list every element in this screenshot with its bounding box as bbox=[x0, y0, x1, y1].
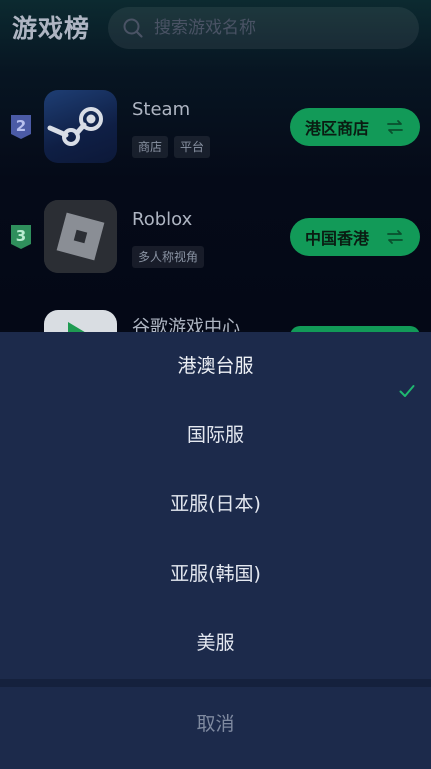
game-row-steam[interactable]: 2 Steam 商店 平台 港区商店 bbox=[0, 78, 431, 178]
page-title: 游戏榜 bbox=[12, 14, 91, 43]
search-bar[interactable] bbox=[108, 7, 419, 49]
rank-badge: 3 bbox=[11, 225, 31, 249]
option-label: 亚服(韩国) bbox=[170, 563, 261, 585]
sheet-divider bbox=[0, 679, 431, 687]
region-option-asia-japan[interactable]: 亚服(日本) bbox=[0, 470, 431, 538]
region-switch-button[interactable]: 港区商店 bbox=[290, 108, 420, 146]
region-option-international[interactable]: 国际服 bbox=[0, 401, 431, 469]
app-name: Roblox bbox=[132, 209, 193, 230]
tag: 多人称视角 bbox=[132, 246, 205, 268]
swap-icon bbox=[386, 228, 404, 246]
option-label: 国际服 bbox=[186, 424, 244, 446]
rank-number: 3 bbox=[15, 227, 27, 245]
region-switch-button[interactable]: 中国香港 bbox=[290, 218, 420, 256]
region-option-asia-korea[interactable]: 亚服(韩国) bbox=[0, 540, 431, 608]
option-label: 亚服(日本) bbox=[170, 493, 261, 515]
region-select-sheet: 港澳台服 国际服 亚服(日本) 亚服(韩国) 美服 取消 bbox=[0, 332, 431, 769]
game-row-roblox[interactable]: 3 Roblox 多人称视角 中国香港 bbox=[0, 188, 431, 288]
rank-number: 2 bbox=[15, 117, 27, 135]
roblox-logo-icon[interactable] bbox=[44, 200, 117, 273]
app-name: 谷歌游戏中心 bbox=[132, 317, 240, 332]
swap-icon bbox=[386, 118, 404, 136]
region-option-hk-mo-tw[interactable]: 港澳台服 bbox=[0, 332, 431, 400]
tag: 平台 bbox=[174, 136, 211, 158]
steam-logo-icon[interactable] bbox=[44, 90, 117, 163]
tag-list: 多人称视角 bbox=[132, 246, 205, 268]
cancel-button[interactable]: 取消 bbox=[0, 687, 431, 769]
rank-badge: 2 bbox=[11, 115, 31, 139]
tag-list: 商店 平台 bbox=[132, 136, 211, 158]
game-row-google-play-games[interactable]: 谷歌游戏中心 bbox=[0, 298, 431, 332]
tag: 商店 bbox=[132, 136, 169, 158]
check-icon bbox=[399, 358, 415, 397]
google-play-games-icon[interactable] bbox=[44, 310, 117, 332]
search-input[interactable] bbox=[152, 17, 396, 39]
region-option-us[interactable]: 美服 bbox=[0, 609, 431, 677]
app-name: Steam bbox=[132, 99, 191, 120]
option-label: 港澳台服 bbox=[177, 355, 254, 377]
region-label: 中国香港 bbox=[305, 229, 370, 248]
header: 游戏榜 bbox=[0, 0, 431, 56]
search-icon bbox=[122, 17, 144, 39]
region-label: 港区商店 bbox=[305, 119, 370, 138]
option-label: 美服 bbox=[196, 632, 235, 654]
